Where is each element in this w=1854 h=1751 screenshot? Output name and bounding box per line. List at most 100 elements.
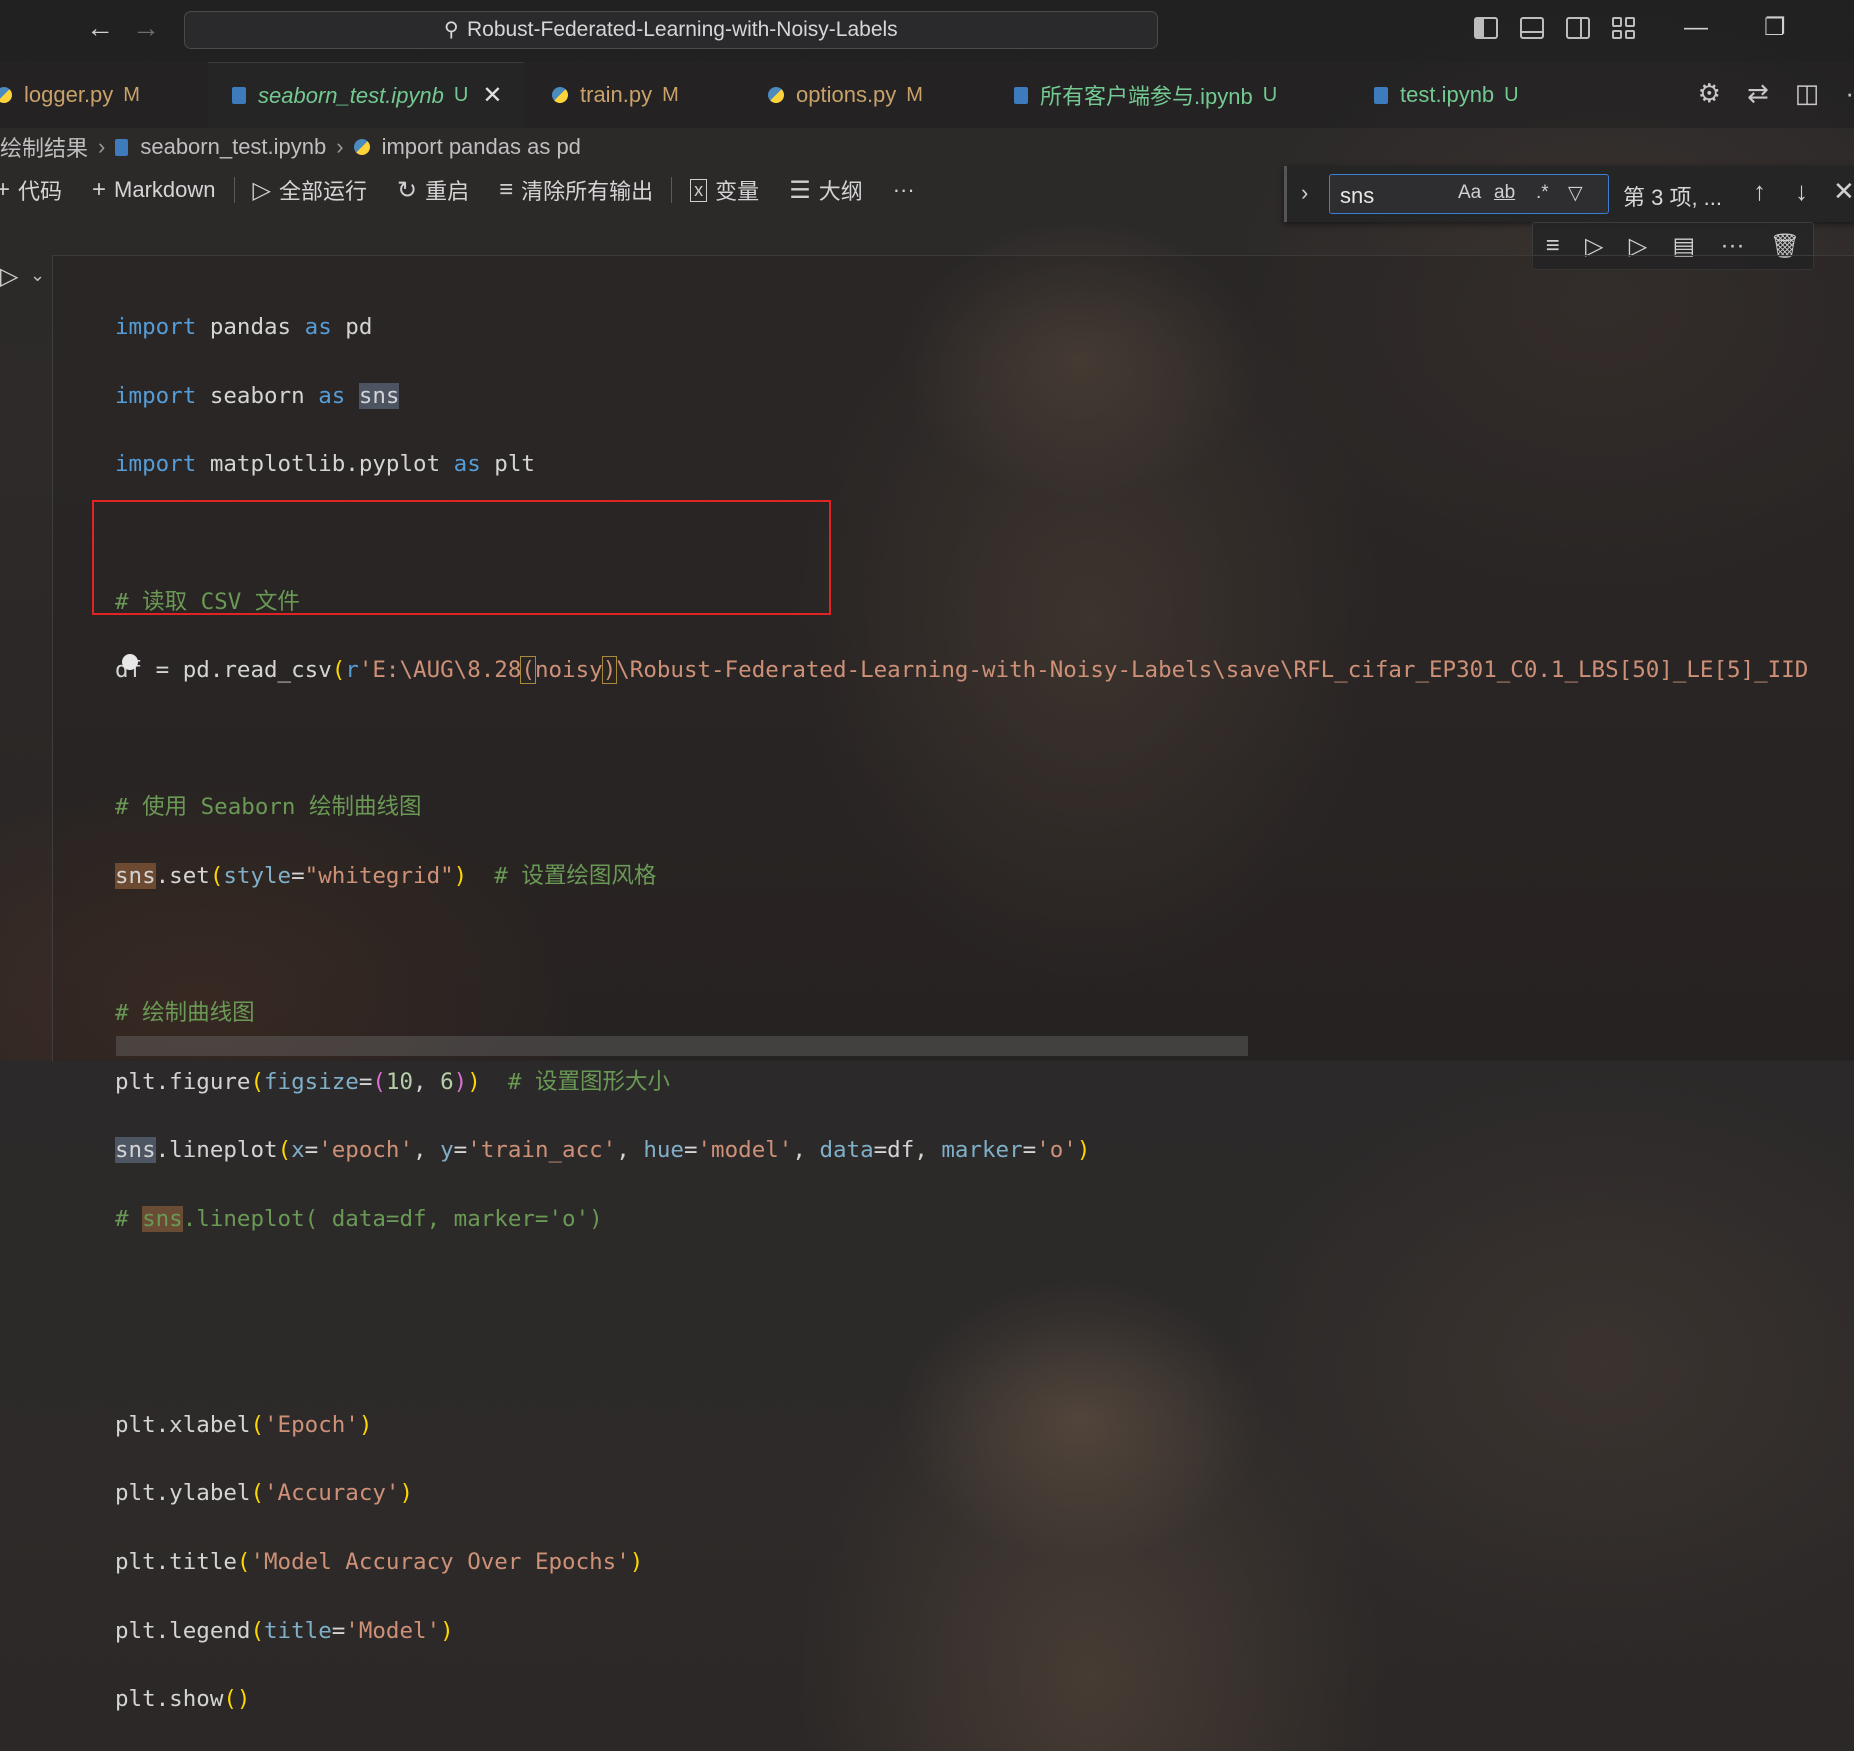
breadcrumb: 绘制结果 › seaborn_test.ipynb › import panda…: [0, 130, 581, 164]
tab-label: seaborn_test.ipynb: [258, 82, 444, 108]
bracket-match: (: [520, 656, 536, 685]
whole-word-toggle[interactable]: ab: [1494, 182, 1515, 204]
code-token: as: [304, 314, 332, 341]
tab-train-py[interactable]: train.py M: [552, 62, 679, 128]
code-string: 'o': [1036, 1137, 1077, 1164]
git-status-badge: U: [1262, 83, 1278, 106]
more-actions-button[interactable]: ···: [893, 177, 915, 203]
horizontal-scrollbar[interactable]: [116, 1036, 1248, 1056]
highlight-annotation-box: [92, 500, 831, 615]
find-input[interactable]: sns Aa ab .* ▽: [1329, 174, 1609, 214]
code-line: plt.figure(figsize=(10, 6)) # 设置图形大小: [115, 1065, 1808, 1099]
code-line: import seaborn as sns: [115, 379, 1808, 413]
compare-changes-icon[interactable]: ⇄: [1747, 78, 1769, 109]
code-token: plt.title: [115, 1548, 237, 1575]
customize-layout-icon[interactable]: [1612, 17, 1636, 39]
regex-toggle[interactable]: .*: [1536, 182, 1549, 204]
chevron-right-icon: ›: [98, 134, 106, 159]
tab-test-ipynb[interactable]: test.ipynb U: [1374, 62, 1519, 128]
add-markdown-label: Markdown: [114, 177, 216, 202]
editor-actions: ⚙ ⇄ ◫ ·: [1698, 78, 1854, 109]
more-actions-icon[interactable]: ·: [1845, 78, 1854, 109]
code-comment: # 绘制曲线图: [115, 1000, 255, 1027]
minimize-icon[interactable]: —: [1684, 16, 1708, 40]
tab-label: options.py: [796, 82, 897, 107]
split-editor-icon[interactable]: ◫: [1795, 78, 1820, 109]
lightbulb-icon[interactable]: [122, 654, 138, 670]
code-token: data: [819, 1137, 874, 1164]
close-icon[interactable]: ✕: [1833, 176, 1854, 207]
code-token: plt: [480, 451, 535, 478]
breadcrumb-item[interactable]: 绘制结果: [0, 131, 88, 163]
toggle-secondary-sidebar-icon[interactable]: [1566, 17, 1590, 39]
git-status-badge: M: [906, 83, 923, 106]
find-result-count: 第 3 项, ...: [1623, 185, 1723, 210]
more-label: ···: [892, 177, 915, 202]
arrow-right-icon[interactable]: →: [132, 14, 160, 42]
add-markdown-cell-button[interactable]: + Markdown: [92, 176, 216, 204]
code-string: "whitegrid": [304, 863, 454, 890]
find-query: sns: [1340, 183, 1375, 208]
restore-icon[interactable]: ❐: [1764, 16, 1786, 40]
code-token: ): [467, 1068, 481, 1095]
run-all-label: 全部运行: [279, 179, 368, 204]
arrow-up-icon[interactable]: ↑: [1753, 176, 1766, 207]
code-line: df = pd.read_csv(r'E:\AUG\8.28(noisy)\Ro…: [115, 653, 1808, 687]
code-string: 'Model': [345, 1617, 441, 1644]
arrow-left-icon[interactable]: ←: [86, 14, 114, 42]
code-line: # 绘制曲线图: [115, 996, 1808, 1030]
breadcrumb-item[interactable]: seaborn_test.ipynb: [140, 134, 326, 160]
code-token: df: [887, 1137, 915, 1164]
variables-icon: x: [690, 178, 708, 202]
clear-outputs-button[interactable]: ≡ 清除所有输出: [499, 174, 653, 206]
outline-button[interactable]: ☰ 大纲: [789, 174, 863, 206]
code-token: =: [291, 863, 305, 890]
toggle-panel-icon[interactable]: [1520, 17, 1544, 39]
code-token: (: [331, 657, 346, 684]
code-token: r: [345, 657, 359, 684]
restart-button[interactable]: ↻ 重启: [397, 174, 469, 206]
code-token: ): [1076, 1137, 1091, 1164]
add-code-cell-button[interactable]: + 代码: [0, 174, 62, 206]
chevron-down-icon[interactable]: ⌄: [30, 265, 45, 286]
code-string: \Robust-Federated-Learning-with-Noisy-La…: [616, 657, 1809, 684]
code-comment: # 使用 Seaborn 绘制曲线图: [115, 794, 422, 821]
code-comment: # 设置绘图风格: [467, 863, 657, 890]
match-case-toggle[interactable]: Aa: [1458, 182, 1481, 204]
clear-outputs-label: 清除所有输出: [521, 179, 654, 204]
command-center-text: Robust-Federated-Learning-with-Noisy-Lab…: [466, 18, 898, 41]
git-status-badge: U: [1504, 83, 1519, 106]
code-token: (): [223, 1686, 251, 1713]
tab-options-py[interactable]: options.py M: [768, 62, 923, 128]
tab-logger-py[interactable]: logger.py M: [0, 62, 211, 128]
filter-icon[interactable]: ▽: [1568, 182, 1583, 205]
code-number: 6: [440, 1068, 454, 1095]
run-cell-icon[interactable]: ▷: [0, 262, 18, 291]
notebook-file-icon: [232, 87, 246, 104]
breadcrumb-item[interactable]: import pandas as pd: [382, 134, 581, 160]
code-token: import: [115, 314, 197, 341]
git-status-badge: U: [453, 84, 469, 106]
chevron-right-icon[interactable]: ›: [1301, 180, 1308, 206]
code-editor[interactable]: import pandas as pd import seaborn as sn…: [115, 276, 1808, 1751]
gear-icon[interactable]: ⚙: [1698, 78, 1721, 109]
code-string: 'model': [697, 1137, 793, 1164]
code-token: seaborn: [196, 382, 319, 409]
tab-seaborn-test[interactable]: seaborn_test.ipynb U ✕: [208, 62, 524, 128]
command-center-search[interactable]: ⚲ Robust-Federated-Learning-with-Noisy-La…: [184, 11, 1158, 49]
code-comment: #: [115, 1206, 143, 1233]
search-match: sns: [358, 382, 400, 409]
tab-all-clients[interactable]: 所有客户端参与.ipynb U: [1014, 62, 1277, 128]
code-token: as: [318, 382, 346, 409]
code-line: plt.ylabel('Accuracy'): [115, 1480, 414, 1507]
close-icon[interactable]: ✕: [482, 81, 502, 110]
code-token: plt.legend: [115, 1617, 251, 1644]
outline-label: 大纲: [818, 179, 863, 204]
run-all-button[interactable]: ▷ 全部运行: [253, 174, 367, 206]
tab-label: 所有客户端参与.ipynb: [1040, 84, 1253, 109]
arrow-down-icon[interactable]: ↓: [1795, 176, 1808, 207]
variables-button[interactable]: x 变量: [690, 174, 759, 206]
toggle-primary-sidebar-icon[interactable]: [1474, 17, 1498, 39]
